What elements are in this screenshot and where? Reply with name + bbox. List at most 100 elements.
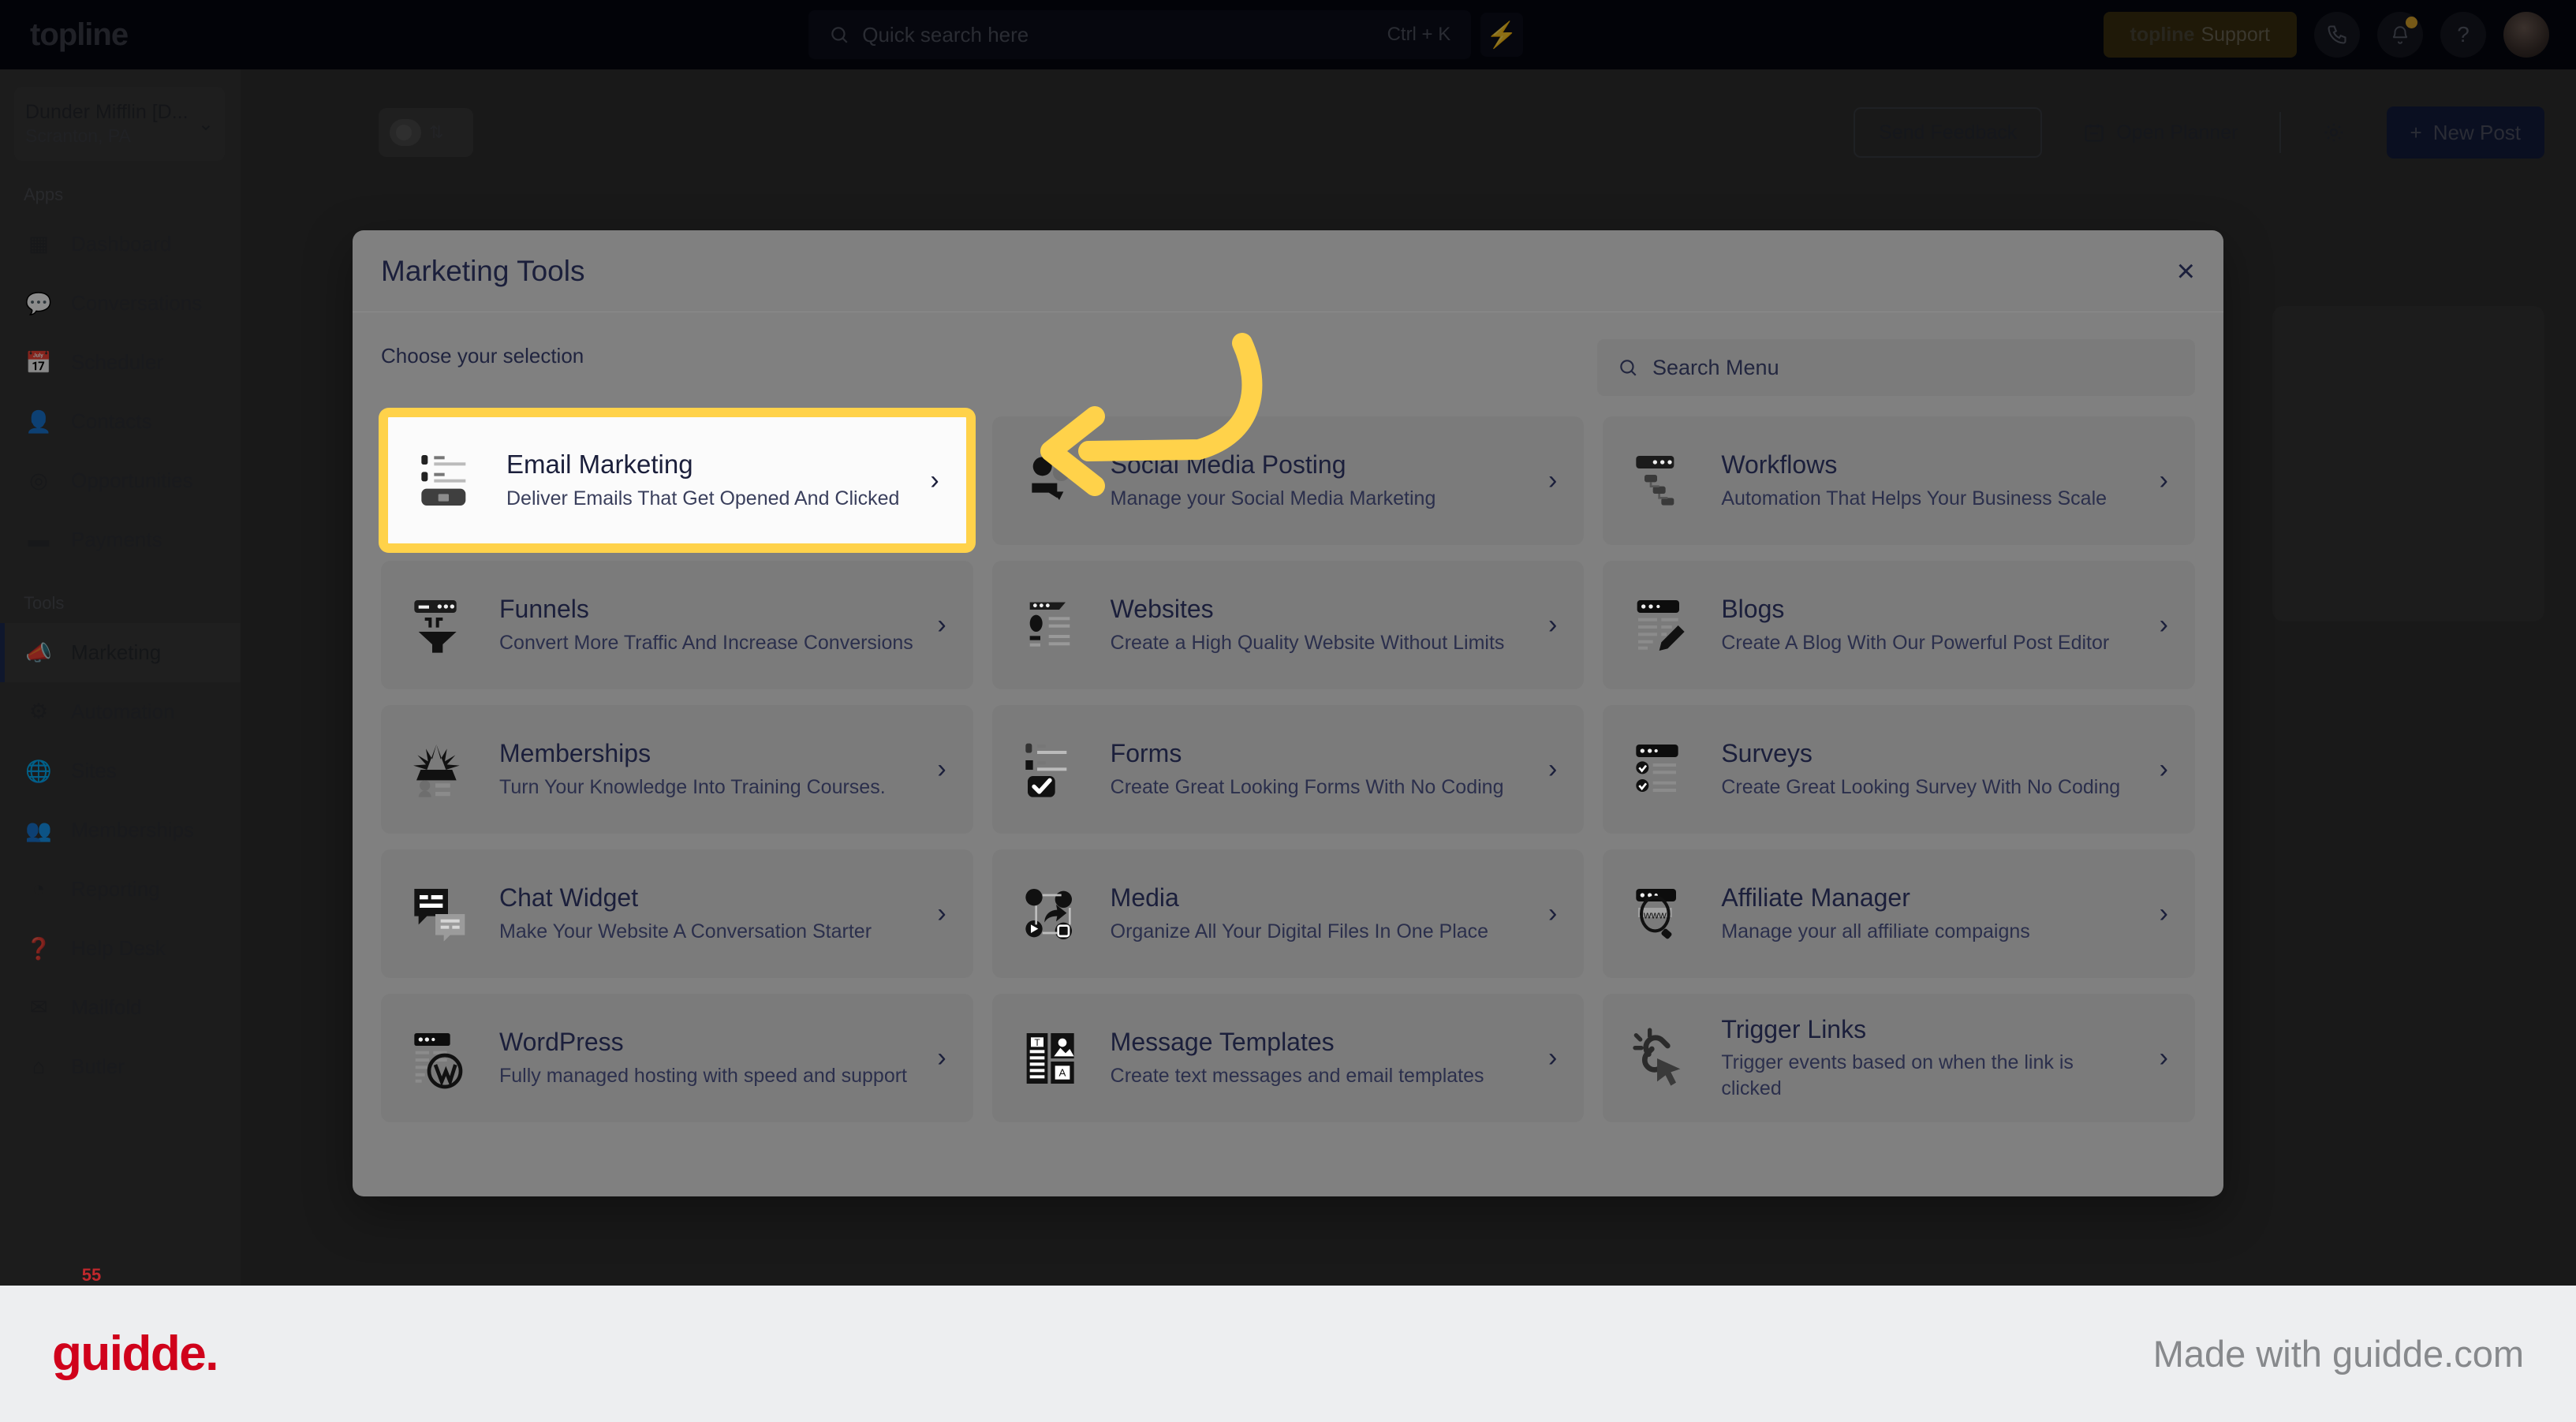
chevron-right-icon[interactable]: › [937, 754, 946, 785]
tool-card-title: Chat Widget [499, 883, 639, 912]
guidde-logo: guidde. [52, 1327, 218, 1381]
tool-card-title: Media [1110, 883, 1179, 912]
website-icon [1019, 592, 1087, 659]
tool-card-description: Manage your Social Media Marketing [1110, 487, 1436, 509]
tool-card-text: Trigger Links Trigger events based on whe… [1721, 1015, 2135, 1102]
affiliate-www-icon: www [1630, 880, 1697, 948]
tools-card-grid: Email Marketing Deliver Emails That Get O… [381, 410, 2195, 1122]
tool-card-text: Affiliate Manager Manage your all affilia… [1721, 883, 2135, 944]
chevron-right-icon[interactable]: › [2160, 754, 2168, 785]
surveys-icon [1630, 736, 1697, 804]
tool-card-title: Message Templates [1110, 1027, 1335, 1056]
tool-card-text: Message Templates Create text messages an… [1111, 1028, 1525, 1088]
tool-card-funnels[interactable]: Funnels Convert More Traffic And Increase… [381, 561, 973, 689]
message-templates-icon: TA [1019, 1025, 1087, 1092]
tool-card-media[interactable]: Media Organize All Your Digital Files In … [991, 849, 1585, 978]
tool-card-text: Forms Create Great Looking Forms With No … [1111, 739, 1525, 800]
tool-card-workflows[interactable]: Workflows Automation That Helps Your Busi… [1603, 416, 2195, 545]
tool-card-description: Make Your Website A Conversation Starter [499, 920, 872, 942]
chat-widget-icon [408, 880, 476, 948]
modal-header: Marketing Tools × [353, 230, 2223, 312]
tool-card-title: Forms [1110, 738, 1182, 767]
recording-badge: 55 [67, 1237, 116, 1286]
tool-card-blogs[interactable]: Blogs Create A Blog With Our Powerful Pos… [1603, 561, 2195, 689]
tool-card-memberships[interactable]: Memberships Turn Your Knowledge Into Trai… [381, 705, 973, 834]
search-icon [1620, 360, 1637, 376]
search-menu-input[interactable]: Search Menu [1597, 339, 2195, 396]
tool-card-text: Websites Create a High Quality Website Wi… [1111, 595, 1525, 655]
modal-body-header: Choose your selection Search Menu [381, 339, 2195, 396]
tool-card-text: Chat Widget Make Your Website A Conversat… [499, 883, 913, 944]
svg-text:A: A [1058, 1066, 1066, 1078]
tool-card-title: Surveys [1721, 738, 1813, 767]
tool-card-title: Websites [1110, 594, 1214, 623]
tool-card-text: WordPress Fully managed hosting with spee… [499, 1028, 913, 1088]
tool-card-description: Fully managed hosting with speed and sup… [499, 1064, 907, 1087]
chevron-right-icon[interactable]: › [2160, 610, 2168, 640]
tool-card-title: WordPress [499, 1027, 624, 1056]
chevron-right-icon[interactable]: › [2160, 465, 2168, 496]
blog-pencil-icon [1630, 592, 1697, 659]
funnel-icon [408, 592, 476, 659]
tool-card-social-media-posting[interactable]: Social Media Posting Manage your Social M… [991, 416, 1585, 545]
tool-card-surveys[interactable]: Surveys Create Great Looking Survey With … [1603, 705, 2195, 834]
tool-card-title: Affiliate Manager [1721, 883, 1910, 912]
tool-card-message-templates[interactable]: T A Message Templates Create text messages … [991, 994, 1585, 1122]
tool-card-title: Social Media Posting [1110, 450, 1346, 479]
chevron-right-icon[interactable]: › [1548, 1043, 1557, 1073]
guidde-footer: guidde. Made with guidde.com [0, 1286, 2576, 1422]
email-marketing-icon [415, 446, 483, 514]
choose-selection-label: Choose your selection [381, 344, 584, 368]
tool-card-title: Memberships [499, 738, 651, 767]
tool-card-description: Trigger events based on when the link is… [1721, 1051, 2074, 1099]
tool-card-description: Turn Your Knowledge Into Training Course… [499, 775, 886, 798]
tool-card-description: Create A Blog With Our Powerful Post Edi… [1721, 631, 2110, 654]
chevron-right-icon[interactable]: › [937, 1043, 946, 1073]
tool-card-description: Convert More Traffic And Increase Conver… [499, 631, 913, 654]
chevron-right-icon[interactable]: › [2160, 898, 2168, 929]
tool-card-text: Workflows Automation That Helps Your Busi… [1721, 450, 2135, 511]
app-root: topline Quick search here Ctrl + K ⚡ top… [0, 0, 2576, 1422]
tool-card-text: Social Media Posting Manage your Social M… [1111, 450, 1525, 511]
social-media-icon [1019, 447, 1087, 515]
chevron-right-icon[interactable]: › [937, 610, 946, 640]
tool-card-forms[interactable]: Forms Create Great Looking Forms With No … [991, 705, 1585, 834]
guidde-made-with: Made with guidde.com [2152, 1333, 2524, 1375]
memberships-icon [408, 736, 476, 804]
tool-card-description: Deliver Emails That Get Opened And Click… [506, 487, 900, 509]
close-icon[interactable]: × [2177, 256, 2195, 287]
modal-body: Choose your selection Search Menu Email … [353, 312, 2223, 1196]
tool-card-text: Email Marketing Deliver Emails That Get O… [506, 450, 906, 511]
tool-card-description: Create a High Quality Website Without Li… [1110, 631, 1505, 654]
tool-card-text: Media Organize All Your Digital Files In … [1111, 883, 1525, 944]
tool-card-text: Surveys Create Great Looking Survey With … [1721, 739, 2135, 800]
tool-card-wordpress[interactable]: WordPress Fully managed hosting with spee… [381, 994, 973, 1122]
tool-card-description: Create Great Looking Forms With No Codin… [1110, 775, 1504, 798]
chevron-right-icon[interactable]: › [1548, 754, 1557, 785]
chevron-right-icon[interactable]: › [1548, 465, 1557, 496]
tool-card-title: Email Marketing [506, 449, 693, 479]
tool-card-title: Funnels [499, 594, 589, 623]
tool-card-trigger-links[interactable]: Trigger Links Trigger events based on whe… [1603, 994, 2195, 1122]
tool-card-title: Workflows [1721, 450, 1838, 479]
tool-card-text: Blogs Create A Blog With Our Powerful Pos… [1721, 595, 2135, 655]
tool-card-title: Trigger Links [1721, 1014, 1867, 1043]
tool-card-chat-widget[interactable]: Chat Widget Make Your Website A Conversat… [381, 849, 973, 978]
tool-card-description: Automation That Helps Your Business Scal… [1721, 487, 2107, 509]
tool-card-affiliate-manager[interactable]: www Affiliate Manager Manage your all affi… [1603, 849, 2195, 978]
chevron-right-icon[interactable]: › [2160, 1043, 2168, 1073]
media-share-icon [1019, 880, 1087, 948]
badge-count: 55 [81, 1265, 102, 1285]
page-title: Marketing Tools [381, 254, 585, 287]
tool-card-title: Blogs [1721, 594, 1785, 623]
chevron-right-icon[interactable]: › [930, 465, 939, 496]
chevron-right-icon[interactable]: › [937, 898, 946, 929]
tool-card-description: Create text messages and email templates [1110, 1064, 1484, 1087]
tool-card-description: Manage your all affiliate compaigns [1721, 920, 2030, 942]
chevron-right-icon[interactable]: › [1548, 610, 1557, 640]
wordpress-icon [408, 1025, 476, 1092]
chevron-right-icon[interactable]: › [1548, 898, 1557, 929]
search-menu-placeholder: Search Menu [1652, 355, 1779, 379]
tool-card-websites[interactable]: Websites Create a High Quality Website Wi… [991, 561, 1585, 689]
tool-card-email-marketing[interactable]: Email Marketing Deliver Emails That Get O… [381, 410, 973, 551]
